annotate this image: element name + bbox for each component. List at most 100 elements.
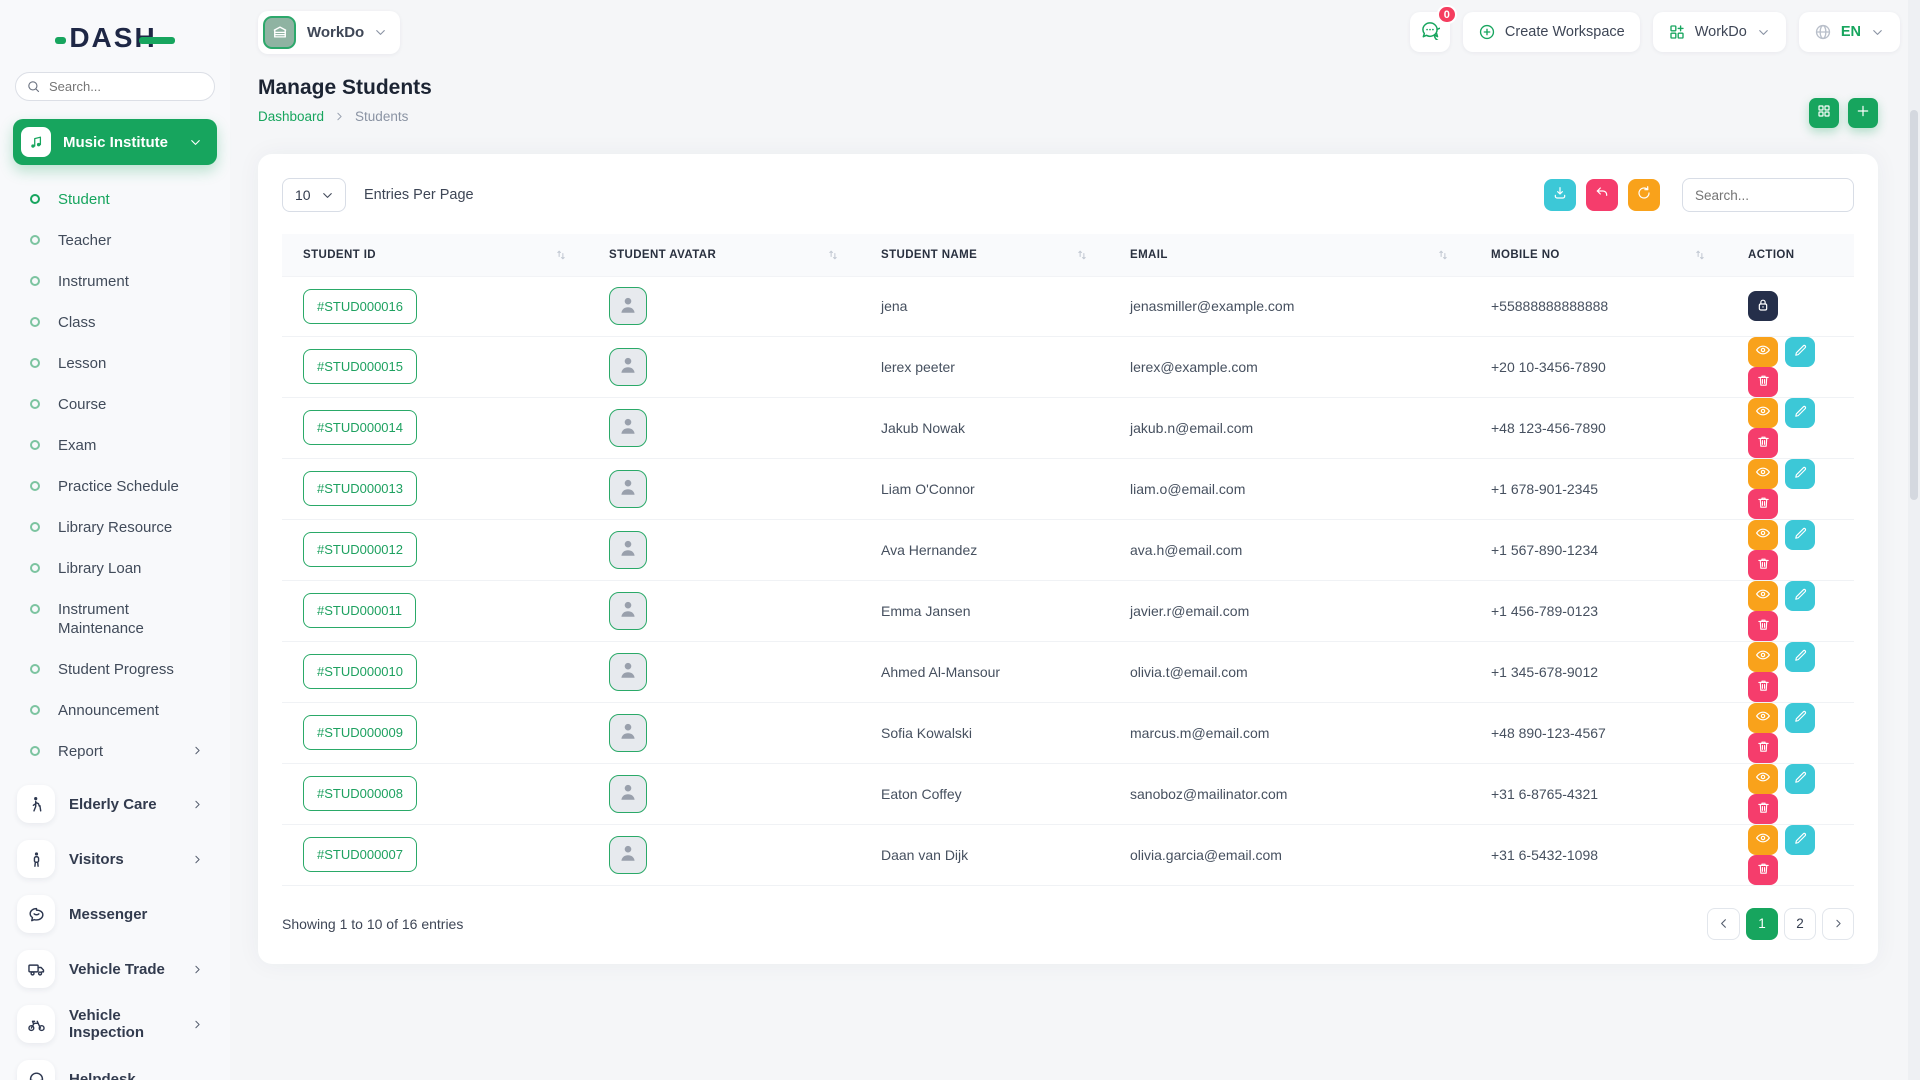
workspace-switcher[interactable]: WorkDo bbox=[258, 11, 400, 54]
student-name: Eaton Coffey bbox=[860, 763, 1109, 824]
view-button[interactable] bbox=[1748, 520, 1778, 550]
column-header-student-name[interactable]: STUDENT NAME bbox=[860, 234, 1109, 276]
pagination: 12 bbox=[1707, 908, 1854, 940]
delete-button[interactable] bbox=[1748, 428, 1778, 458]
sidebar-item-visitors[interactable]: Visitors bbox=[0, 834, 230, 884]
messenger-button[interactable]: 0 bbox=[1410, 12, 1450, 52]
edit-button[interactable] bbox=[1785, 825, 1815, 855]
delete-button[interactable] bbox=[1748, 672, 1778, 702]
sort-icon[interactable] bbox=[826, 248, 840, 262]
pagination-prev[interactable] bbox=[1707, 908, 1740, 940]
sidebar-item-label: Course bbox=[58, 395, 204, 414]
sidebar-item-student-progress[interactable]: Student Progress bbox=[0, 649, 230, 690]
sidebar-item-exam[interactable]: Exam bbox=[0, 425, 230, 466]
student-email: jenasmiller@example.com bbox=[1109, 276, 1470, 336]
sidebar-item-report[interactable]: Report bbox=[0, 731, 230, 772]
refresh-button[interactable] bbox=[1628, 179, 1660, 211]
edit-button[interactable] bbox=[1785, 337, 1815, 367]
pagination-page-2[interactable]: 2 bbox=[1784, 908, 1816, 940]
sidebar-item-helpdesk[interactable]: Helpdesk bbox=[0, 1054, 230, 1080]
sidebar-item-instrument[interactable]: Instrument bbox=[0, 261, 230, 302]
eye-icon bbox=[1755, 403, 1771, 422]
delete-button[interactable] bbox=[1748, 550, 1778, 580]
sidebar-item-class[interactable]: Class bbox=[0, 302, 230, 343]
delete-button[interactable] bbox=[1748, 855, 1778, 885]
edit-button[interactable] bbox=[1785, 459, 1815, 489]
edit-button[interactable] bbox=[1785, 764, 1815, 794]
sort-icon[interactable] bbox=[1693, 248, 1707, 262]
export-download-button[interactable] bbox=[1544, 179, 1576, 211]
delete-button[interactable] bbox=[1748, 733, 1778, 763]
breadcrumb-dashboard-link[interactable]: Dashboard bbox=[258, 109, 324, 124]
column-header-student-id[interactable]: STUDENT ID bbox=[282, 234, 588, 276]
sidebar-item-vehicle-trade[interactable]: Vehicle Trade bbox=[0, 944, 230, 994]
students-table: STUDENT IDSTUDENT AVATARSTUDENT NAMEEMAI… bbox=[282, 234, 1854, 886]
language-selector[interactable]: EN bbox=[1799, 12, 1900, 52]
sort-icon[interactable] bbox=[1436, 248, 1450, 262]
trash-icon bbox=[1756, 495, 1771, 513]
delete-button[interactable] bbox=[1748, 611, 1778, 641]
view-button[interactable] bbox=[1748, 703, 1778, 733]
add-student-button[interactable] bbox=[1848, 98, 1878, 128]
view-button[interactable] bbox=[1748, 459, 1778, 489]
app-logo[interactable]: DASH bbox=[0, 20, 230, 56]
edit-button[interactable] bbox=[1785, 703, 1815, 733]
column-header-mobile-no[interactable]: MOBILE NO bbox=[1470, 234, 1727, 276]
sidebar-search-input[interactable] bbox=[15, 72, 215, 101]
trash-icon bbox=[1756, 373, 1771, 391]
sidebar-item-lesson[interactable]: Lesson bbox=[0, 343, 230, 384]
pagination-next[interactable] bbox=[1822, 908, 1854, 940]
sidebar-item-teacher[interactable]: Teacher bbox=[0, 220, 230, 261]
sidebar-item-student[interactable]: Student bbox=[0, 179, 230, 220]
sort-icon[interactable] bbox=[1075, 248, 1089, 262]
grid-view-button[interactable] bbox=[1809, 98, 1839, 128]
person-icon bbox=[617, 842, 639, 867]
delete-button[interactable] bbox=[1748, 367, 1778, 397]
circle-icon bbox=[30, 705, 40, 715]
refresh-icon bbox=[1636, 185, 1652, 206]
sidebar-group-music-institute[interactable]: Music Institute bbox=[13, 119, 217, 165]
edit-button[interactable] bbox=[1785, 520, 1815, 550]
column-header-student-avatar[interactable]: STUDENT AVATAR bbox=[588, 234, 860, 276]
view-button[interactable] bbox=[1748, 764, 1778, 794]
sidebar-item-library-loan[interactable]: Library Loan bbox=[0, 548, 230, 589]
student-mobile: +31 6-8765-4321 bbox=[1470, 763, 1727, 824]
view-button[interactable] bbox=[1748, 825, 1778, 855]
reset-button[interactable] bbox=[1586, 179, 1618, 211]
pencil-icon bbox=[1793, 831, 1808, 849]
create-workspace-button[interactable]: Create Workspace bbox=[1463, 12, 1640, 52]
workdo-app-menu[interactable]: WorkDo bbox=[1653, 12, 1786, 52]
delete-button[interactable] bbox=[1748, 794, 1778, 824]
column-header-email[interactable]: EMAIL bbox=[1109, 234, 1470, 276]
trash-icon bbox=[1756, 861, 1771, 879]
sort-icon[interactable] bbox=[554, 248, 568, 262]
pagination-page-1[interactable]: 1 bbox=[1746, 908, 1778, 940]
view-button[interactable] bbox=[1748, 337, 1778, 367]
view-button[interactable] bbox=[1748, 398, 1778, 428]
entries-per-page-select[interactable]: 10 bbox=[282, 178, 346, 212]
edit-button[interactable] bbox=[1785, 581, 1815, 611]
delete-button[interactable] bbox=[1748, 489, 1778, 519]
sidebar-item-course[interactable]: Course bbox=[0, 384, 230, 425]
view-button[interactable] bbox=[1748, 642, 1778, 672]
sidebar-main-list: Elderly CareVisitorsMessengerVehicle Tra… bbox=[0, 779, 230, 1080]
edit-button[interactable] bbox=[1785, 398, 1815, 428]
lock-action-button[interactable] bbox=[1748, 291, 1778, 321]
student-id-badge: #STUD000008 bbox=[303, 776, 417, 811]
table-search-input[interactable] bbox=[1682, 178, 1854, 212]
view-button[interactable] bbox=[1748, 581, 1778, 611]
sidebar-item-elderly-care[interactable]: Elderly Care bbox=[0, 779, 230, 829]
sidebar-item-library-resource[interactable]: Library Resource bbox=[0, 507, 230, 548]
sidebar-item-announcement[interactable]: Announcement bbox=[0, 690, 230, 731]
sidebar-item-practice-schedule[interactable]: Practice Schedule bbox=[0, 466, 230, 507]
edit-button[interactable] bbox=[1785, 642, 1815, 672]
sidebar-item-messenger[interactable]: Messenger bbox=[0, 889, 230, 939]
circle-icon bbox=[30, 194, 40, 204]
sidebar-item-instrument-maintenance[interactable]: Instrument Maintenance bbox=[0, 589, 230, 649]
chevron-right-icon bbox=[333, 110, 346, 123]
scrollbar[interactable] bbox=[1908, 0, 1920, 1080]
trash-icon bbox=[1756, 434, 1771, 452]
scrollbar-thumb[interactable] bbox=[1910, 110, 1918, 500]
person-icon bbox=[617, 354, 639, 379]
sidebar-item-vehicle-inspection[interactable]: Vehicle Inspection bbox=[0, 999, 230, 1049]
